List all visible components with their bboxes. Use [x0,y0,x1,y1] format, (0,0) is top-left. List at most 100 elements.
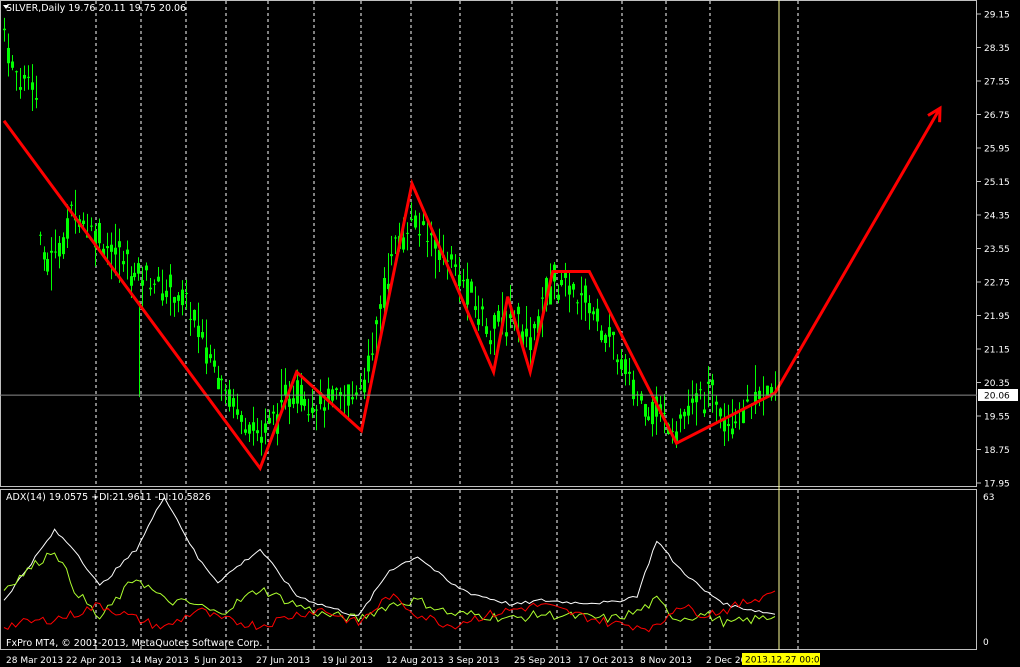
candle-body [731,428,734,435]
time-axis-label: 17 Oct 2013 [578,656,634,666]
candle-body [126,249,129,255]
candle-body [335,388,338,390]
candle-body [616,359,619,363]
candle-body [268,417,271,424]
price-axis-label: 21.15 [984,346,1010,356]
candle-body [213,360,216,367]
candle-body [110,244,113,252]
candle-body [632,379,635,400]
candle-body [161,293,164,301]
price-axis-label: 26.75 [984,111,1010,121]
candle-body [323,407,326,411]
candle-body [272,411,275,414]
candle-body [608,327,611,337]
candle-body [497,310,500,322]
candle-body [303,398,306,406]
candle-body [600,330,603,341]
candle-body [462,279,465,282]
candle-body [205,347,208,364]
candle-body [477,319,480,325]
candle-body [379,304,382,309]
candle-body [533,323,536,329]
current-price-label: 20.06 [984,392,1010,402]
time-axis-label: 25 Sep 2013 [514,656,571,666]
candle-body [628,371,631,374]
candle-body [691,398,694,403]
candle-body [165,290,168,298]
candle-body [54,251,57,253]
candle-body [62,237,65,255]
time-axis-label: 5 Jun 2013 [194,656,242,666]
candle-body [141,280,144,286]
candle-body [375,320,378,325]
candle-body [663,412,666,414]
candle-body [220,378,223,381]
price-axis-label: 24.35 [984,212,1010,222]
candle-body [315,409,318,411]
price-axis-label: 28.35 [984,44,1010,54]
candle-body [31,82,34,90]
candle-body [252,422,255,431]
candle-body [35,98,38,100]
price-axis-label: 17.95 [984,480,1010,490]
candle-body [66,218,69,239]
candle-body [584,285,587,303]
candle-body [644,404,647,417]
candle-body [466,278,469,305]
candle-body [481,306,484,310]
candle-body [715,401,718,405]
candle-body [371,353,374,355]
candle-body [695,393,698,403]
candle-body [351,397,354,400]
candle-body [3,28,6,31]
candle-body [592,311,595,315]
price-axis-label: 23.55 [984,245,1010,255]
copyright-label: FxPro MT4, © 2001-2013, MetaQuotes Softw… [6,638,262,649]
price-axis-label: 18.75 [984,446,1010,456]
candle-body [422,221,425,225]
time-axis-label: 8 Nov 2013 [640,656,692,666]
candle-body [450,254,453,260]
candle-body [517,306,520,315]
candle-body [50,250,53,253]
candle-body [232,398,235,407]
candle-body [98,222,101,244]
candle-body [734,421,737,424]
candle-body [157,276,160,282]
candle-body [169,274,172,288]
time-axis-label: 28 Mar 2013 [6,656,63,666]
candle-body [576,302,579,304]
time-axis-label: 19 Jul 2013 [322,656,373,666]
candle-body [529,337,532,351]
symbol-info: SILVER,Daily 19.76 20.11 19.75 20.06 [6,3,186,14]
candle-body [27,76,30,78]
candle-body [15,71,18,73]
candle-body [493,315,496,329]
candle-body [707,381,710,384]
candle-body [418,234,421,236]
price-axis-label: 19.55 [984,413,1010,423]
candle-body [588,303,591,314]
time-axis-label: 27 Jun 2013 [256,656,310,666]
candle-body [7,47,10,64]
mt4-chart-window[interactable]: 29.15 28.35 27.55 26.75 25.95 25.15 24.35 23.55… [0,0,1020,667]
candle-body [224,389,227,391]
candle-body [133,272,136,278]
candle-body [311,407,314,413]
candle-body [679,414,682,419]
candle-body [383,277,386,308]
candle-body [46,258,49,272]
chart-background [0,0,1020,667]
candle-body [209,354,212,359]
candle-body [572,283,575,290]
candle-body [458,274,461,287]
candle-body [541,297,544,299]
candle-body [746,399,749,402]
candle-body [394,237,397,239]
candle-body [414,215,417,228]
price-axis-label: 27.55 [984,78,1010,88]
candle-body [90,225,93,227]
candle-body [525,328,528,337]
candle-body [173,296,176,303]
candle-body [82,220,85,225]
